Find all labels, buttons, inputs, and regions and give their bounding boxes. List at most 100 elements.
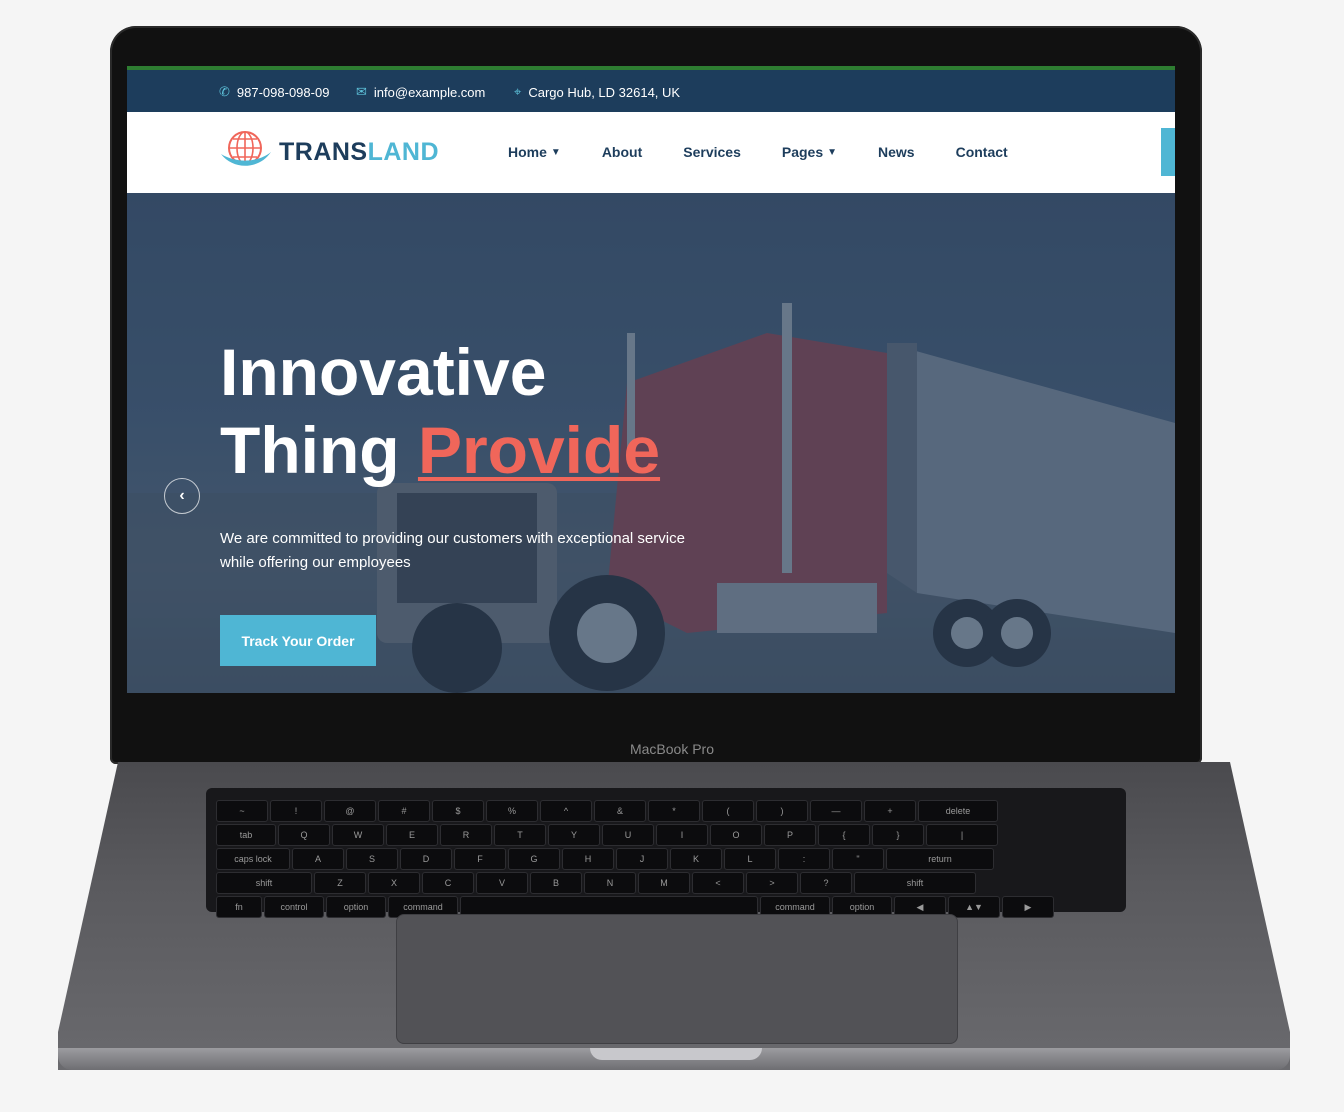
logo-text-land: LAND <box>367 137 440 166</box>
location-pin-icon: ⌖ <box>514 84 522 99</box>
nav-item-home[interactable]: Home ▼ <box>508 144 561 160</box>
keyboard-key[interactable]: | <box>926 824 998 846</box>
nav-pages-label: Pages <box>781 144 824 160</box>
keyboard-key[interactable]: I <box>656 824 708 846</box>
keyboard-key[interactable]: ) <box>756 800 808 822</box>
keyboard-key[interactable]: A <box>292 848 344 870</box>
headline-line-1: Innovative <box>220 335 547 409</box>
keyboard-key[interactable]: M <box>638 872 690 894</box>
keyboard-key[interactable]: shift <box>854 872 976 894</box>
site-logo[interactable]: TRANSLAND <box>219 130 439 174</box>
hero-description: We are committed to providing our custom… <box>220 530 685 571</box>
keyboard-key[interactable]: D <box>400 848 452 870</box>
nav-contact-label: Contact <box>955 144 1008 160</box>
keyboard-key[interactable]: + <box>864 800 916 822</box>
keyboard-key[interactable]: option <box>326 896 386 918</box>
keyboard-key[interactable]: ( <box>702 800 754 822</box>
laptop-keyboard: ~! @ # $% ^ & *() — + delete tab Q W E R T Y U I O P{} | caps … <box>206 788 1126 918</box>
keyboard-key[interactable]: shift <box>216 872 312 894</box>
keyboard-key[interactable]: > <box>746 872 798 894</box>
nav-item-contact[interactable]: Contact <box>956 144 1008 160</box>
headline-line-2: Thing Provide <box>220 411 660 489</box>
keyboard-key[interactable]: % <box>486 800 538 822</box>
device-label: MacBook Pro <box>629 741 715 757</box>
keyboard-key[interactable]: fn <box>216 896 262 918</box>
website-screen: ✆ 987-098-098-09 ✉ info@example.com ⌖ Ca… <box>127 66 1175 693</box>
keyboard-key[interactable]: # <box>378 800 430 822</box>
keyboard-key[interactable]: } <box>872 824 924 846</box>
chevron-down-icon: ▼ <box>550 146 561 158</box>
keyboard-key[interactable]: R <box>440 824 492 846</box>
keyboard-key[interactable]: G <box>508 848 560 870</box>
nav-about-label: About <box>601 144 643 160</box>
phone-info[interactable]: ✆ 987-098-098-09 <box>219 84 329 100</box>
nav-item-pages[interactable]: Pages ▼ <box>782 144 837 160</box>
keyboard-key[interactable]: ? <box>800 872 852 894</box>
keyboard-key[interactable]: O <box>710 824 762 846</box>
keyboard-key[interactable]: tab <box>216 824 276 846</box>
keyboard-key[interactable]: $ <box>432 800 484 822</box>
keyboard-key[interactable]: @ <box>324 800 376 822</box>
address-info: ⌖ Cargo Hub, LD 32614, UK <box>514 84 680 100</box>
chevron-down-icon: ▼ <box>827 146 838 158</box>
nav-item-news[interactable]: News <box>878 144 915 160</box>
keyboard-key[interactable]: P <box>764 824 816 846</box>
main-navbar: TRANSLAND Home ▼ About Services Pages ▼ … <box>127 112 1175 193</box>
keyboard-key[interactable]: Y <box>548 824 600 846</box>
keyboard-key[interactable]: Q <box>278 824 330 846</box>
keyboard-key[interactable]: K <box>670 848 722 870</box>
chevron-left-icon: ‹ <box>179 487 185 504</box>
keyboard-key[interactable]: caps lock <box>216 848 290 870</box>
keyboard-key[interactable]: T <box>494 824 546 846</box>
phone-text: 987-098-098-09 <box>236 84 330 100</box>
keyboard-key[interactable]: F <box>454 848 506 870</box>
keyboard-key[interactable]: ^ <box>540 800 592 822</box>
track-order-button[interactable]: Track Your Order <box>220 615 376 666</box>
nav-menu: Home ▼ About Services Pages ▼ News Conta… <box>508 144 1049 160</box>
keyboard-key[interactable]: L <box>724 848 776 870</box>
mail-icon: ✉ <box>356 84 367 99</box>
keyboard-key[interactable]: — <box>810 800 862 822</box>
keyboard-key[interactable]: J <box>616 848 668 870</box>
keyboard-key[interactable]: ▶ <box>1002 896 1054 918</box>
keyboard-key[interactable]: X <box>368 872 420 894</box>
keyboard-key[interactable]: * <box>648 800 700 822</box>
nav-item-services[interactable]: Services <box>683 144 741 160</box>
laptop-notch <box>590 1048 762 1060</box>
slider-prev-button[interactable]: ‹ <box>164 478 200 514</box>
headline-word-thing: Thing <box>220 413 400 487</box>
email-info[interactable]: ✉ info@example.com <box>356 84 485 100</box>
nav-accent-button[interactable] <box>1161 128 1175 176</box>
keyboard-key[interactable]: control <box>264 896 324 918</box>
trackpad[interactable] <box>396 914 958 1044</box>
keyboard-key[interactable]: W <box>332 824 384 846</box>
nav-item-about[interactable]: About <box>602 144 642 160</box>
keyboard-key[interactable]: H <box>562 848 614 870</box>
keyboard-key[interactable]: V <box>476 872 528 894</box>
logo-wordmark: TRANSLAND <box>279 138 439 167</box>
keyboard-key[interactable]: ▲▼ <box>948 896 1000 918</box>
keyboard-key[interactable]: E <box>386 824 438 846</box>
keyboard-key[interactable]: C <box>422 872 474 894</box>
keyboard-key[interactable]: return <box>886 848 994 870</box>
contact-topbar: ✆ 987-098-098-09 ✉ info@example.com ⌖ Ca… <box>127 70 1175 112</box>
keyboard-key[interactable]: Z <box>314 872 366 894</box>
keyboard-key[interactable]: & <box>594 800 646 822</box>
keyboard-key[interactable]: " <box>832 848 884 870</box>
keyboard-key[interactable]: U <box>602 824 654 846</box>
logo-text-trans: TRANS <box>279 137 368 166</box>
keyboard-key[interactable]: { <box>818 824 870 846</box>
keyboard-key[interactable]: N <box>584 872 636 894</box>
keyboard-key[interactable]: : <box>778 848 830 870</box>
nav-home-label: Home <box>508 144 547 160</box>
headline-word-provide: Provide <box>417 413 661 487</box>
keyboard-key[interactable]: delete <box>918 800 998 822</box>
phone-icon: ✆ <box>219 84 230 99</box>
keyboard-key[interactable]: ~ <box>216 800 268 822</box>
nav-news-label: News <box>878 144 915 160</box>
keyboard-key[interactable]: ! <box>270 800 322 822</box>
keyboard-key[interactable]: < <box>692 872 744 894</box>
email-text: info@example.com <box>373 84 486 100</box>
keyboard-key[interactable]: S <box>346 848 398 870</box>
keyboard-key[interactable]: B <box>530 872 582 894</box>
